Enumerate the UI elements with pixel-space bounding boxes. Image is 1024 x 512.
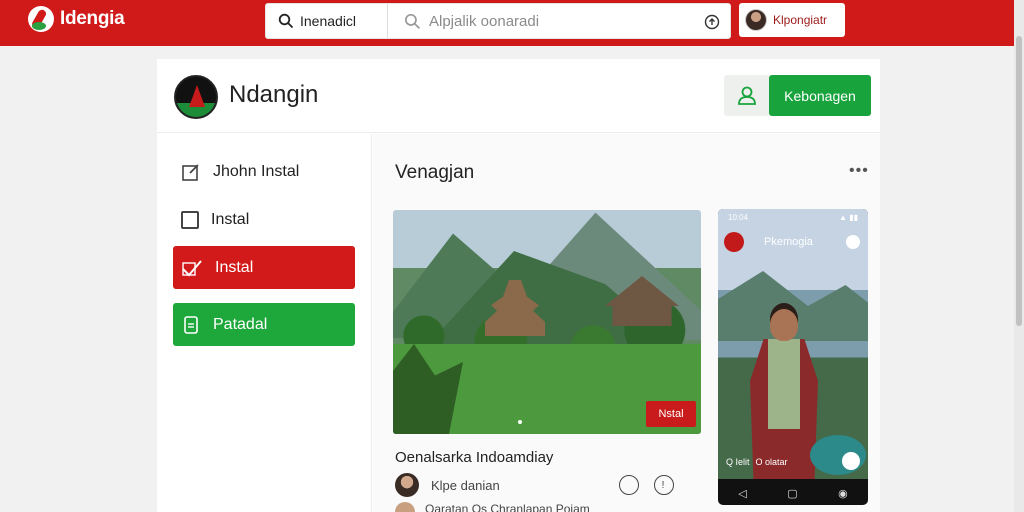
sidebar: Jhohn Instal Instal Instal Patadal (157, 134, 372, 512)
checkbox-icon (181, 210, 199, 229)
share-icon[interactable] (842, 452, 860, 470)
info-icon: ! (662, 480, 665, 491)
scrollbar-thumb[interactable] (1016, 36, 1022, 326)
sidebar-item-1[interactable]: Jhohn Instal (173, 150, 355, 193)
follow-button[interactable] (724, 75, 770, 116)
phone-app-header: Pkemogia (724, 231, 864, 253)
channel-logo (174, 75, 218, 119)
recents-icon[interactable]: ◉ (838, 487, 848, 500)
page-title: Ndangin (229, 81, 319, 108)
phone-nav-bar: ◁ ▢ ◉ (718, 481, 868, 505)
status-icons: ▲ ▮▮ (839, 213, 858, 222)
section-title: Venagjan (395, 162, 475, 183)
home-icon[interactable]: ▢ (787, 487, 797, 500)
check-icon (182, 259, 202, 276)
content-area: Venagjan ••• Nstal Oenalsarka Indoamdiay… (373, 134, 880, 512)
phone-preview[interactable]: 10:04 ▲ ▮▮ Pkemogia Q Ielit O olatar ◁ ▢… (718, 209, 868, 505)
author-name[interactable]: Klpe danian (431, 478, 500, 493)
phone-caption: Q Ielit O olatar (726, 457, 856, 467)
back-icon[interactable]: ◁ (738, 487, 746, 500)
main-card: Ndangin Kebonagen Jhohn Instal Instal In… (157, 59, 880, 512)
page-header: Ndangin Kebonagen (157, 59, 880, 133)
top-navigation-bar: Idengia Inenadicl Alpjalik oonaradi Klpo… (0, 0, 1014, 46)
sidebar-item-label: Patadal (213, 315, 268, 333)
sidebar-item-label: Instal (211, 210, 250, 228)
document-icon (184, 315, 198, 334)
avatar (745, 9, 767, 31)
caption-left: Q Ielit (726, 457, 750, 467)
edit-icon (182, 163, 199, 181)
search-scope-label: Inenadicl (300, 13, 357, 29)
brand-logo-icon (28, 6, 54, 32)
next-item-row[interactable]: Oaratan Os Chranlapan Pojam (395, 502, 700, 512)
svg-text:!: ! (662, 480, 665, 491)
status-time: 10:04 (728, 213, 749, 222)
install-badge[interactable]: Nstal (646, 401, 696, 427)
user-name: Klpongiatr (773, 13, 828, 27)
phone-app-name: Pkemogia (764, 236, 813, 248)
search-bar: Inenadicl Alpjalik oonaradi (265, 3, 731, 39)
sidebar-item-4[interactable]: Patadal (173, 303, 355, 346)
carousel-dot[interactable] (518, 420, 522, 424)
close-icon[interactable] (846, 235, 860, 249)
phone-status-bar: 10:04 ▲ ▮▮ (728, 213, 858, 222)
sidebar-item-2[interactable]: Instal (173, 198, 355, 241)
sidebar-item-label: Instal (215, 258, 254, 276)
brand-name: Idengia (60, 8, 125, 29)
author-row: Klpe danian ! (395, 472, 700, 498)
caption-right: O olatar (755, 457, 788, 467)
avatar[interactable] (395, 473, 419, 497)
avatar (395, 502, 415, 512)
next-item-title: Oaratan Os Chranlapan Pojam (425, 502, 590, 512)
more-options-icon[interactable]: ••• (849, 162, 869, 180)
post-title[interactable]: Oenalsarka Indoamdiay (395, 449, 553, 466)
info-button[interactable]: ! (654, 475, 674, 495)
sidebar-item-3[interactable]: Instal (173, 246, 355, 289)
phone-screen: 10:04 ▲ ▮▮ Pkemogia Q Ielit O olatar (718, 209, 868, 479)
search-placeholder: Alpjalik oonaradi (429, 12, 540, 30)
search-icon (404, 13, 421, 29)
brand[interactable]: Idengia (28, 6, 125, 32)
like-button[interactable] (619, 475, 639, 495)
upload-icon[interactable] (704, 14, 720, 30)
primary-action-button[interactable]: Kebonagen (769, 75, 871, 116)
user-icon (738, 86, 756, 105)
search-icon (278, 13, 294, 29)
featured-image[interactable]: Nstal (393, 210, 701, 434)
search-scope-dropdown[interactable]: Inenadicl (266, 4, 388, 38)
sidebar-item-label: Jhohn Instal (213, 162, 300, 180)
app-logo-icon (724, 232, 744, 252)
search-input[interactable]: Alpjalik oonaradi (388, 4, 730, 38)
user-account-button[interactable]: Klpongiatr (739, 3, 845, 37)
